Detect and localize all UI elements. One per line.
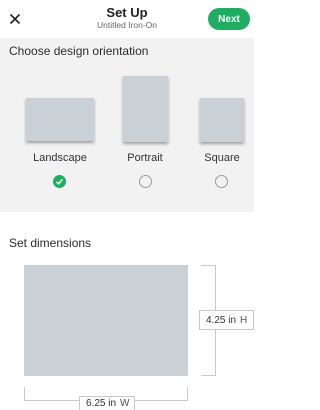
landscape-thumbnail — [26, 98, 94, 141]
portrait-label: Portrait — [127, 152, 163, 164]
orientation-heading: Choose design orientation — [9, 44, 149, 58]
dimensions-heading: Set dimensions — [9, 236, 92, 250]
checkmark-icon — [55, 178, 64, 185]
landscape-label: Landscape — [33, 152, 87, 164]
orientation-option-portrait[interactable]: Portrait — [115, 75, 175, 188]
square-radio[interactable] — [215, 175, 228, 188]
title-block: Set Up Untitled Iron-On — [60, 5, 194, 31]
next-button[interactable]: Next — [208, 8, 250, 30]
height-field[interactable]: 4.25 in H — [199, 310, 254, 330]
portrait-radio[interactable] — [139, 175, 152, 188]
design-canvas-preview — [24, 265, 188, 376]
orientation-option-landscape[interactable]: Landscape — [20, 93, 100, 188]
landscape-radio[interactable] — [53, 175, 66, 188]
width-unit: W — [120, 398, 130, 409]
square-label: Square — [204, 152, 240, 164]
top-bar: Set Up Untitled Iron-On Next — [0, 0, 254, 38]
width-field[interactable]: 6.25 in W — [79, 396, 135, 410]
width-value: 6.25 in — [86, 398, 117, 409]
orientation-panel: Choose design orientation Landscape Port… — [0, 38, 254, 212]
close-icon — [9, 13, 21, 25]
square-thumbnail — [200, 98, 244, 142]
height-value: 4.25 in — [206, 314, 237, 326]
close-button[interactable] — [5, 9, 25, 29]
page-title: Set Up — [106, 5, 148, 20]
orientation-option-square[interactable]: Square — [196, 96, 252, 188]
height-unit: H — [240, 314, 248, 326]
portrait-thumbnail — [123, 76, 168, 142]
project-name: Untitled Iron-On — [97, 20, 157, 30]
